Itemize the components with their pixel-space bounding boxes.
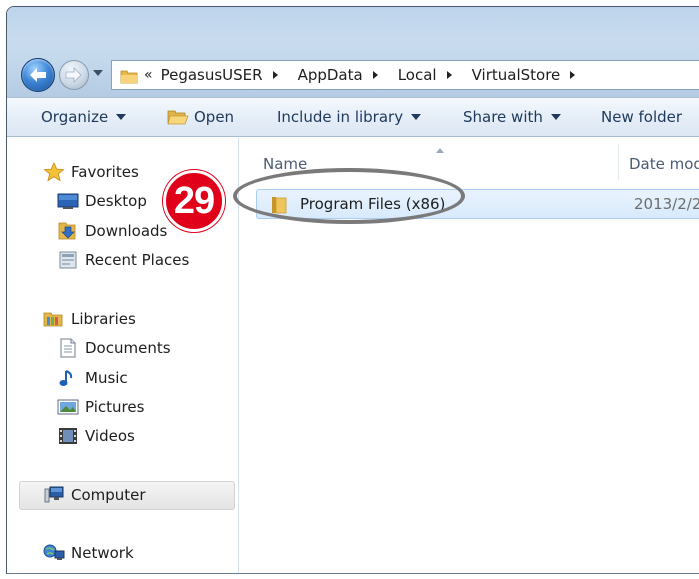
videos-icon (57, 426, 79, 446)
breadcrumb-label: AppData (297, 66, 363, 84)
folder-icon (120, 67, 138, 84)
chevron-down-icon (550, 114, 561, 120)
nav-label: Recent Places (85, 251, 190, 269)
nav-label: Pictures (85, 398, 145, 416)
network-icon (43, 543, 65, 563)
nav-pictures[interactable]: Pictures (57, 397, 144, 417)
breadcrumb-arrow-icon[interactable] (272, 71, 278, 79)
nav-libraries[interactable]: Libraries (43, 309, 136, 329)
desktop-icon (57, 191, 79, 211)
column-divider[interactable] (618, 144, 619, 180)
nav-label: Documents (85, 339, 171, 357)
new-folder-button[interactable]: New folder (601, 98, 682, 136)
open-folder-icon (167, 110, 189, 125)
new-folder-label: New folder (601, 108, 683, 126)
nav-label: Videos (85, 427, 135, 445)
column-date-modified[interactable]: Date mod (629, 155, 699, 173)
back-button[interactable] (21, 58, 55, 92)
chevron-down-icon (411, 114, 422, 120)
address-bar[interactable]: « PegasusUSER AppData Local VirtualStore (111, 60, 699, 90)
breadcrumb-pegasususer[interactable]: PegasusUSER (161, 66, 288, 84)
music-icon (57, 368, 79, 388)
sort-ascending-icon (436, 148, 444, 153)
include-in-library-button[interactable]: Include in library (277, 98, 422, 136)
nav-computer[interactable]: Computer (43, 485, 146, 505)
highlight-ellipse (233, 168, 465, 224)
file-date: 2013/2/25 (634, 195, 699, 213)
share-with-button[interactable]: Share with (463, 98, 561, 136)
breadcrumb-label: Local (397, 66, 437, 84)
nav-downloads[interactable]: Downloads (57, 221, 167, 241)
nav-label: Downloads (85, 222, 168, 240)
breadcrumb-arrow-icon[interactable] (372, 71, 378, 79)
nav-label: Desktop (85, 192, 147, 210)
title-bar: « PegasusUSER AppData Local VirtualStore (7, 7, 699, 97)
nav-favorites[interactable]: Favorites (43, 161, 139, 182)
include-label: Include in library (277, 108, 404, 126)
explorer-window: « PegasusUSER AppData Local VirtualStore… (6, 6, 699, 574)
back-arrow-icon (30, 68, 46, 82)
breadcrumb-label: VirtualStore (471, 66, 561, 84)
recent-places-icon (57, 250, 79, 270)
nav-label: Libraries (71, 310, 136, 328)
computer-icon (43, 485, 65, 505)
nav-label: Favorites (71, 163, 139, 181)
nav-network[interactable]: Network (43, 543, 134, 563)
nav-label: Computer (71, 486, 146, 504)
step-number-badge: 29 (163, 170, 225, 232)
chevron-down-icon (116, 114, 127, 120)
breadcrumb-label: PegasusUSER (160, 66, 263, 84)
star-icon (43, 161, 65, 182)
breadcrumb-arrow-icon[interactable] (446, 71, 452, 79)
nav-label: Music (85, 369, 128, 387)
open-label: Open (194, 108, 235, 126)
breadcrumb-overflow[interactable]: « (144, 67, 153, 83)
breadcrumb-appdata[interactable]: AppData (298, 66, 388, 84)
documents-icon (57, 338, 79, 358)
command-bar: Organize Open Include in library Share w… (7, 97, 699, 137)
libraries-icon (43, 309, 65, 329)
downloads-icon (57, 221, 79, 241)
breadcrumb-virtualstore[interactable]: VirtualStore (472, 66, 586, 84)
nav-label: Network (71, 544, 134, 562)
nav-recent-places[interactable]: Recent Places (57, 250, 189, 270)
nav-videos[interactable]: Videos (57, 426, 135, 446)
nav-music[interactable]: Music (57, 368, 128, 388)
recent-pages-dropdown[interactable] (93, 70, 103, 76)
share-label: Share with (463, 108, 543, 126)
forward-arrow-icon (65, 67, 82, 83)
open-button[interactable]: Open (167, 98, 234, 136)
nav-documents[interactable]: Documents (57, 338, 171, 358)
breadcrumb-arrow-icon[interactable] (570, 71, 576, 79)
organize-button[interactable]: Organize (41, 98, 127, 136)
nav-desktop[interactable]: Desktop (57, 191, 147, 211)
breadcrumb-local[interactable]: Local (398, 66, 462, 84)
organize-label: Organize (41, 108, 109, 126)
forward-button[interactable] (59, 60, 89, 90)
pictures-icon (57, 397, 79, 417)
